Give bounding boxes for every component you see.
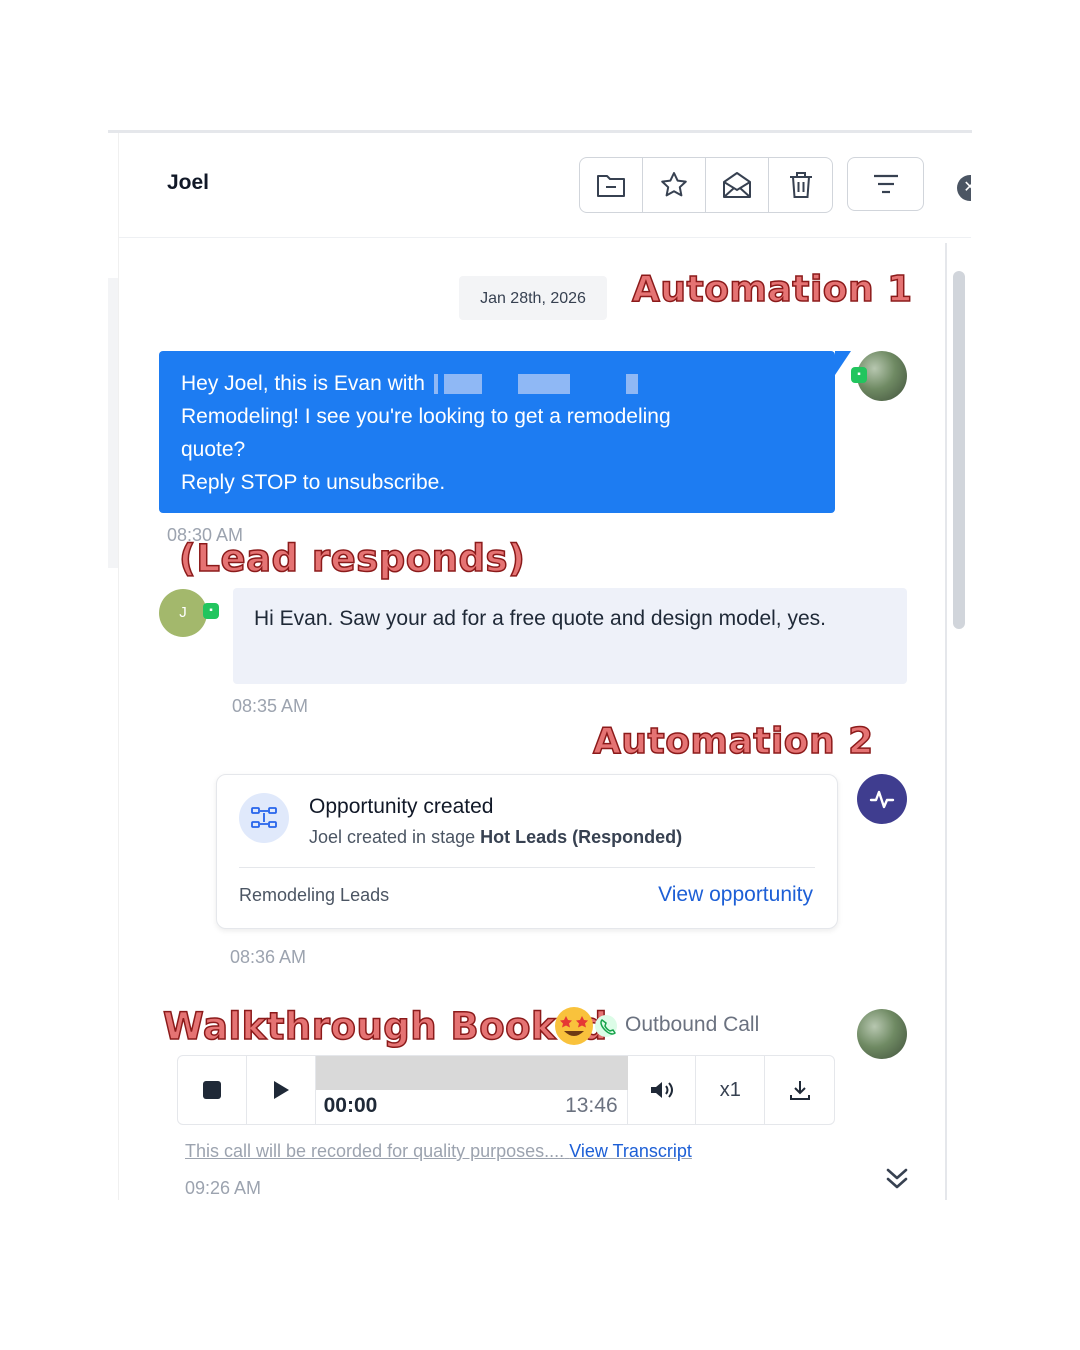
opportunity-stage: Hot Leads (Responded) [480,827,683,847]
redacted-block [625,374,638,395]
opportunity-subtitle: Joel created in stage Hot Leads (Respond… [309,827,682,848]
recording-notice: This call will be recorded for quality p… [185,1141,692,1162]
opportunity-title: Opportunity created [309,795,494,818]
archive-button[interactable] [580,158,643,212]
left-panel-edge [108,278,118,568]
message-timestamp: 09:26 AM [185,1178,262,1198]
play-icon [273,1081,289,1099]
audio-current-time: 00:00 [323,1094,378,1117]
opportunity-icon [239,793,289,843]
pipeline-icon [251,807,277,828]
activity-avatar [857,774,907,824]
agent-avatar [857,1009,907,1059]
phone-call-icon [595,1015,617,1037]
play-button[interactable] [247,1056,316,1124]
close-icon[interactable]: ✕ [957,175,971,201]
folder-icon [597,175,625,197]
scroll-to-bottom-button[interactable] [879,1161,915,1197]
recording-notice-text: This call will be recorded for quality p… [185,1141,565,1161]
sms-channel-icon: ▪ [851,367,867,383]
download-icon [789,1081,810,1100]
star-eyes-icon [560,1016,588,1036]
audio-duration: 13:46 [565,1094,618,1117]
redacted-block [443,374,482,395]
envelope-open-icon [723,172,751,198]
activity-pulse-icon [869,790,895,809]
message-line: quote? [181,438,246,461]
trash-icon [789,172,812,198]
star-struck-emoji-icon [555,1007,593,1045]
scrollbar-thumb[interactable] [953,271,965,629]
audio-progress-bar[interactable] [315,1056,628,1090]
sms-channel-icon: ▪ [203,603,219,619]
bubble-tail [835,351,851,375]
contact-name: Joel [167,171,210,194]
audio-progress-track[interactable]: 00:00 13:46 [315,1056,628,1124]
annotation-automation-1: Automation 1 [631,268,913,311]
filter-button[interactable] [847,157,924,211]
redacted-block [517,374,570,395]
inbound-message-bubble: Hi Evan. Saw your ad for a free quote an… [233,588,907,684]
stop-button[interactable] [178,1056,247,1124]
message-timestamp: 08:36 AM [230,947,307,967]
annotation-lead-responds: (Lead responds) [178,536,526,581]
opportunity-subtitle-text: Joel created in stage [309,827,476,847]
outbound-message-bubble: Hey Joel, this is Evan with Remodeling! … [159,351,851,513]
audio-player: 00:00 13:46 x1 [177,1055,835,1125]
stop-icon [202,1081,221,1099]
scrollbar-track [945,243,947,1200]
mark-unread-button[interactable] [706,158,769,212]
call-type-label: Outbound Call [625,1013,760,1036]
double-chevron-down-icon [886,1168,908,1189]
star-button[interactable] [643,158,706,212]
playback-speed-button[interactable]: x1 [696,1056,766,1124]
date-separator: Jan 28th, 2026 [459,276,607,320]
redacted-block [433,374,438,395]
message-line: Hey Joel, this is Evan with [181,372,425,395]
volume-button[interactable] [628,1056,697,1124]
conversation-panel: Joel Jan 28th, 2026 Automation 1 Hey Joe… [118,133,971,1200]
star-icon [661,172,687,197]
annotation-automation-2: Automation 2 [592,720,874,763]
download-button[interactable] [765,1056,834,1124]
message-line: Reply STOP to unsubscribe. [181,471,446,494]
view-opportunity-link[interactable]: View opportunity [658,883,813,907]
view-transcript-link[interactable]: View Transcript [569,1141,692,1161]
annotation-walkthrough-booked: Walkthrough Booked [162,1004,608,1049]
contact-avatar: J [159,589,207,637]
divider [239,867,815,868]
header-toolbar [579,157,833,213]
filter-lines-icon [873,174,898,194]
volume-icon [650,1082,673,1098]
delete-button[interactable] [769,158,832,212]
message-timestamp: 08:35 AM [232,696,309,716]
conversation-header: Joel [119,133,971,238]
message-line: Remodeling! I see you're looking to get … [181,405,671,428]
opportunity-card: Opportunity created Joel created in stag… [216,774,838,929]
pipeline-name: Remodeling Leads [239,885,390,905]
